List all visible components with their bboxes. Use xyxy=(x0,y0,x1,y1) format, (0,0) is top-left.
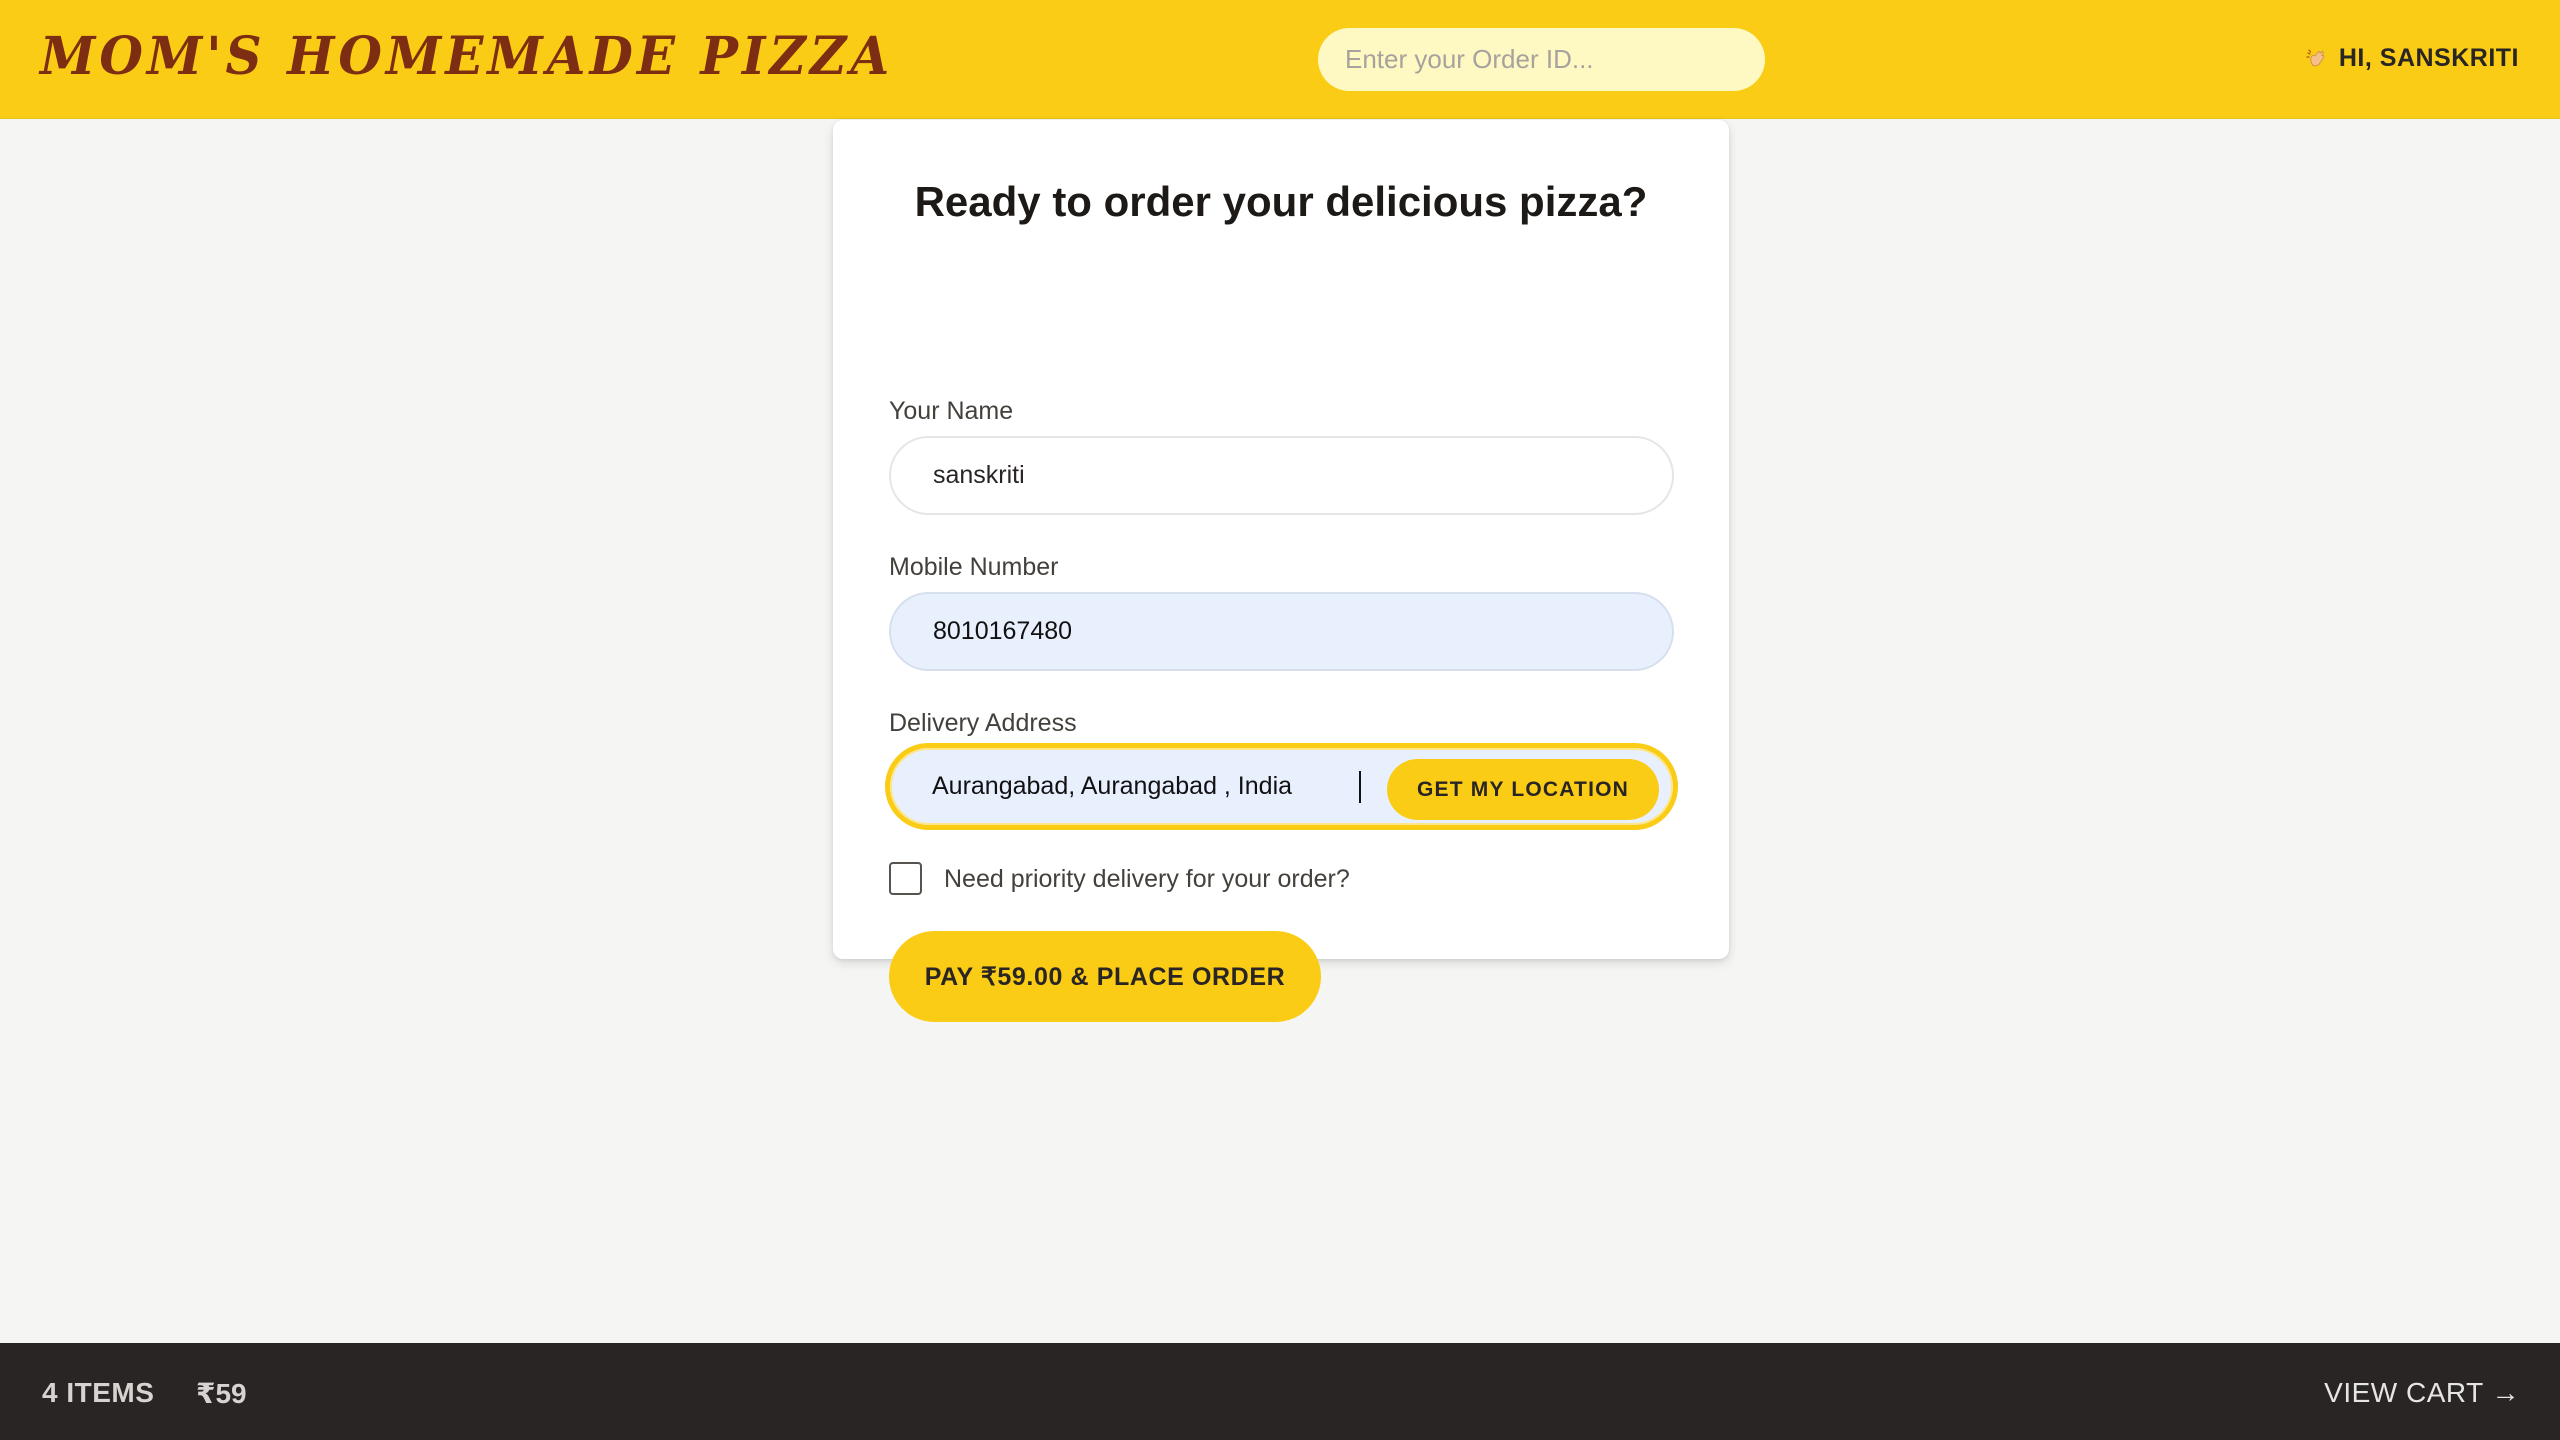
cart-summary-bar: 4 ITEMS ₹59 VIEW CART → xyxy=(0,1343,2560,1440)
pay-and-place-order-button[interactable]: PAY ₹59.00 & PLACE ORDER xyxy=(889,931,1321,1022)
address-label: Delivery Address xyxy=(889,709,1077,737)
priority-delivery-label[interactable]: Need priority delivery for your order? xyxy=(944,865,1350,894)
app-header: MOM'S HOMEMADE PIZZA HI, SANSKRITI xyxy=(0,0,2560,119)
view-cart-link[interactable]: VIEW CART → xyxy=(2324,1377,2520,1409)
greeting-text: HI, SANSKRITI xyxy=(2338,44,2519,72)
name-input[interactable] xyxy=(889,436,1674,515)
get-my-location-button[interactable]: GET MY LOCATION xyxy=(1387,759,1659,820)
order-id-search-input[interactable] xyxy=(1318,28,1765,91)
address-field-wrapper: GET MY LOCATION xyxy=(885,743,1678,830)
app-logo[interactable]: MOM'S HOMEMADE PIZZA xyxy=(40,25,893,87)
order-form-card: Ready to order your delicious pizza? You… xyxy=(833,120,1729,1022)
cart-item-count: 4 ITEMS xyxy=(42,1377,155,1408)
priority-delivery-checkbox[interactable] xyxy=(889,862,922,895)
waving-hand-icon xyxy=(2305,47,2329,71)
mobile-number-input[interactable] xyxy=(889,592,1674,671)
name-label: Your Name xyxy=(889,397,1014,425)
user-greeting: HI, SANSKRITI xyxy=(2305,44,2519,73)
delivery-address-input[interactable] xyxy=(892,750,1372,823)
form-title: Ready to order your delicious pizza? xyxy=(914,178,1648,225)
cart-total: ₹59 xyxy=(196,1378,247,1409)
phone-label: Mobile Number xyxy=(889,553,1059,581)
text-caret xyxy=(1359,771,1361,803)
